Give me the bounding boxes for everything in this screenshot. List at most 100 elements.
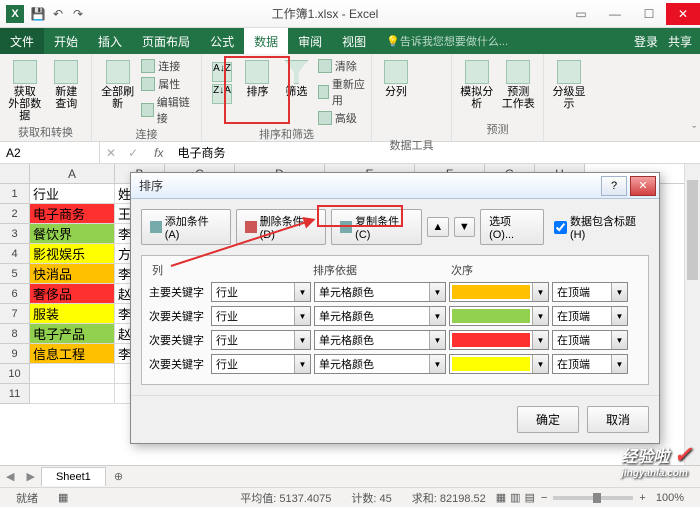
sort-by-combo[interactable]: 单元格颜色▼	[314, 306, 446, 326]
clear-button[interactable]: 清除	[318, 58, 365, 74]
flash-fill-icon[interactable]	[418, 58, 433, 73]
connections-button[interactable]: 连接	[141, 58, 195, 74]
chevron-down-icon[interactable]: ▼	[611, 307, 627, 325]
sort-pos-combo[interactable]: 在顶端▼	[552, 282, 628, 302]
ribbon-options-icon[interactable]: ▭	[564, 3, 598, 25]
chevron-down-icon[interactable]: ▼	[611, 331, 627, 349]
edit-links-button[interactable]: 编辑链接	[141, 94, 195, 126]
outline-button[interactable]: 分级显示	[550, 58, 588, 112]
chevron-down-icon[interactable]: ▼	[532, 307, 548, 325]
dialog-help-icon[interactable]: ?	[601, 176, 627, 196]
cell[interactable]: 影视娱乐	[30, 244, 115, 264]
refresh-all-button[interactable]: 全部刷新	[98, 58, 137, 112]
signin-link[interactable]: 登录	[634, 33, 658, 50]
get-external-data-button[interactable]: 获取 外部数据	[6, 58, 44, 124]
zoom-out-icon[interactable]: −	[535, 492, 547, 504]
tab-insert[interactable]: 插入	[88, 28, 132, 54]
chevron-down-icon[interactable]: ▼	[429, 307, 445, 325]
chevron-down-icon[interactable]: ▼	[294, 331, 310, 349]
zoom-level[interactable]: 100%	[646, 492, 694, 504]
row-header[interactable]: 2	[0, 204, 30, 224]
share-button[interactable]: 共享	[668, 33, 692, 50]
sheet-nav-prev-icon[interactable]: ◀	[0, 470, 20, 483]
select-all-corner[interactable]	[0, 164, 30, 183]
zoom-slider[interactable]	[553, 496, 633, 500]
view-pagebreak-icon[interactable]: ▤	[525, 491, 535, 504]
tab-review[interactable]: 审阅	[288, 28, 332, 54]
tab-file[interactable]: 文件	[0, 28, 44, 54]
row-header[interactable]: 3	[0, 224, 30, 244]
text-to-columns-button[interactable]: 分列	[378, 58, 414, 100]
chevron-down-icon[interactable]: ▼	[611, 283, 627, 301]
cancel-formula-icon[interactable]: ✕	[100, 146, 122, 160]
cell[interactable]: 电子产品	[30, 324, 115, 344]
row-header[interactable]: 5	[0, 264, 30, 284]
whatif-button[interactable]: 模拟分析	[458, 58, 496, 112]
cell[interactable]: 电子商务	[30, 204, 115, 224]
cell[interactable]: 奢侈品	[30, 284, 115, 304]
chevron-down-icon[interactable]: ▼	[294, 307, 310, 325]
tab-home[interactable]: 开始	[44, 28, 88, 54]
add-condition-button[interactable]: 添加条件(A)	[141, 209, 231, 245]
forecast-button[interactable]: 预测 工作表	[500, 58, 538, 112]
sort-by-combo[interactable]: 单元格颜色▼	[314, 354, 446, 374]
row-header[interactable]: 6	[0, 284, 30, 304]
sort-by-combo[interactable]: 单元格颜色▼	[314, 282, 446, 302]
chevron-down-icon[interactable]: ▼	[532, 331, 548, 349]
sort-field-combo[interactable]: 行业▼	[211, 306, 311, 326]
sheet-nav-next-icon[interactable]: ▶	[20, 470, 40, 483]
row-header[interactable]: 4	[0, 244, 30, 264]
fx-icon[interactable]: fx	[144, 146, 173, 160]
new-sheet-icon[interactable]: ⊕	[106, 470, 131, 483]
row-header[interactable]: 8	[0, 324, 30, 344]
row-header[interactable]: 10	[0, 364, 30, 384]
sort-pos-combo[interactable]: 在顶端▼	[552, 306, 628, 326]
cell[interactable]	[30, 384, 115, 404]
tab-view[interactable]: 视图	[332, 28, 376, 54]
chevron-down-icon[interactable]: ▼	[532, 283, 548, 301]
chevron-down-icon[interactable]: ▼	[429, 331, 445, 349]
cell[interactable]: 信息工程	[30, 344, 115, 364]
header-checkbox[interactable]: 数据包含标题(H)	[554, 213, 649, 241]
cell[interactable]	[30, 364, 115, 384]
move-down-button[interactable]: ▼	[454, 217, 476, 237]
row-header[interactable]: 11	[0, 384, 30, 404]
tell-me-input[interactable]: 💡 告诉我您想要做什么...	[376, 28, 634, 54]
redo-icon[interactable]: ↷	[70, 6, 86, 22]
row-header[interactable]: 9	[0, 344, 30, 364]
cell[interactable]: 快消品	[30, 264, 115, 284]
sort-field-combo[interactable]: 行业▼	[211, 330, 311, 350]
reapply-button[interactable]: 重新应用	[318, 76, 365, 108]
sort-pos-combo[interactable]: 在顶端▼	[552, 330, 628, 350]
options-button[interactable]: 选项(O)...	[480, 209, 544, 245]
view-normal-icon[interactable]: ▦	[496, 491, 506, 504]
cell[interactable]: 服装	[30, 304, 115, 324]
name-box[interactable]: A2	[0, 142, 100, 163]
chevron-down-icon[interactable]: ▼	[429, 355, 445, 373]
chevron-down-icon[interactable]: ▼	[294, 283, 310, 301]
relations-icon[interactable]	[418, 122, 433, 137]
save-icon[interactable]: 💾	[30, 6, 46, 22]
consolidate-icon[interactable]	[418, 106, 433, 121]
view-layout-icon[interactable]: ▥	[506, 491, 524, 504]
sort-field-combo[interactable]: 行业▼	[211, 282, 311, 302]
cell[interactable]: 行业	[30, 184, 115, 204]
properties-button[interactable]: 属性	[141, 76, 195, 92]
collapse-ribbon-icon[interactable]: ˇ	[692, 125, 696, 137]
cancel-button[interactable]: 取消	[587, 406, 649, 433]
chevron-down-icon[interactable]: ▼	[294, 355, 310, 373]
advanced-button[interactable]: 高级	[318, 110, 365, 126]
sort-color-combo[interactable]: ▼	[449, 330, 549, 350]
undo-icon[interactable]: ↶	[50, 6, 66, 22]
sheet-tab[interactable]: Sheet1	[41, 467, 106, 486]
sort-pos-combo[interactable]: 在顶端▼	[552, 354, 628, 374]
enter-formula-icon[interactable]: ✓	[122, 146, 144, 160]
validation-icon[interactable]	[418, 90, 433, 105]
tab-data[interactable]: 数据	[244, 28, 288, 54]
vertical-scrollbar[interactable]	[684, 164, 700, 465]
row-header[interactable]: 1	[0, 184, 30, 204]
new-query-button[interactable]: 新建 查询	[48, 58, 86, 112]
sort-by-combo[interactable]: 单元格颜色▼	[314, 330, 446, 350]
maximize-icon[interactable]: ☐	[632, 3, 666, 25]
sort-color-combo[interactable]: ▼	[449, 354, 549, 374]
